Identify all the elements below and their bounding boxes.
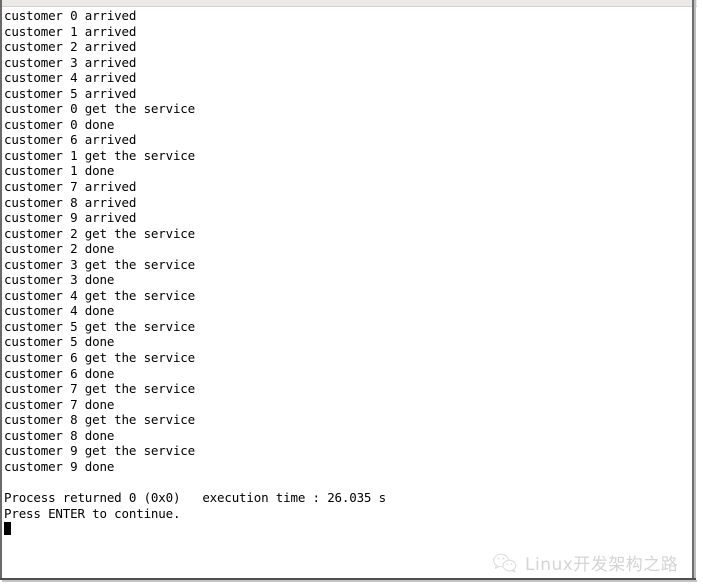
console-line: customer 2 arrived — [4, 39, 137, 55]
console-line: customer 3 arrived — [4, 54, 137, 70]
console-line: customer 3 get the service — [4, 256, 195, 272]
console-cursor-line — [4, 521, 688, 537]
console-line: customer 3 done — [4, 272, 115, 288]
console-line: customer 8 get the service — [4, 412, 195, 428]
window-border-bottom-shadow — [2, 580, 697, 582]
console-line: customer 4 arrived — [4, 70, 137, 86]
console-line: customer 1 get the service — [4, 147, 195, 163]
watermark-text: Linux开发架构之路 — [525, 555, 679, 575]
console-line: customer 7 get the service — [4, 381, 195, 397]
console-line: customer 1 done — [4, 163, 115, 179]
console-line: customer 2 done — [4, 241, 115, 257]
console-line: customer 4 done — [4, 303, 115, 319]
console-line: customer 7 arrived — [4, 179, 137, 195]
console-line: customer 7 done — [4, 396, 115, 412]
console-line: customer 9 arrived — [4, 210, 137, 226]
window-titlebar — [0, 0, 697, 7]
console-line: Press ENTER to continue. — [4, 505, 181, 521]
console-line: customer 0 get the service — [4, 101, 195, 117]
console-line: customer 4 get the service — [4, 287, 195, 303]
console-line: customer 0 done — [4, 116, 115, 132]
console-line: customer 6 done — [4, 365, 115, 381]
console-line: customer 9 done — [4, 458, 115, 474]
console-line: customer 1 arrived — [4, 23, 137, 39]
console-line: customer 5 done — [4, 334, 115, 350]
block-cursor — [4, 522, 11, 536]
window-border-right-shadow — [694, 0, 696, 580]
console-window: customer 0 arrived customer 1 arrived cust… — [0, 0, 703, 586]
console-line: customer 0 arrived — [4, 8, 137, 23]
console-line: customer 5 get the service — [4, 318, 195, 334]
watermark: Linux开发架构之路 — [492, 550, 678, 575]
console-line: Process returned 0 (0x0) execution time … — [4, 489, 386, 505]
console-line: customer 9 get the service — [4, 443, 195, 459]
console-line: customer 2 get the service — [4, 225, 195, 241]
console-line: customer 6 arrived — [4, 132, 137, 148]
wechat-logo — [492, 552, 518, 574]
console-line: customer 6 get the service — [4, 350, 195, 366]
console-output[interactable]: customer 0 arrived customer 1 arrived cust… — [4, 8, 688, 574]
console-line: customer 8 done — [4, 427, 115, 443]
window-border-left — [0, 0, 2, 580]
console-line: customer 5 arrived — [4, 85, 137, 101]
console-line: customer 8 arrived — [4, 194, 137, 210]
